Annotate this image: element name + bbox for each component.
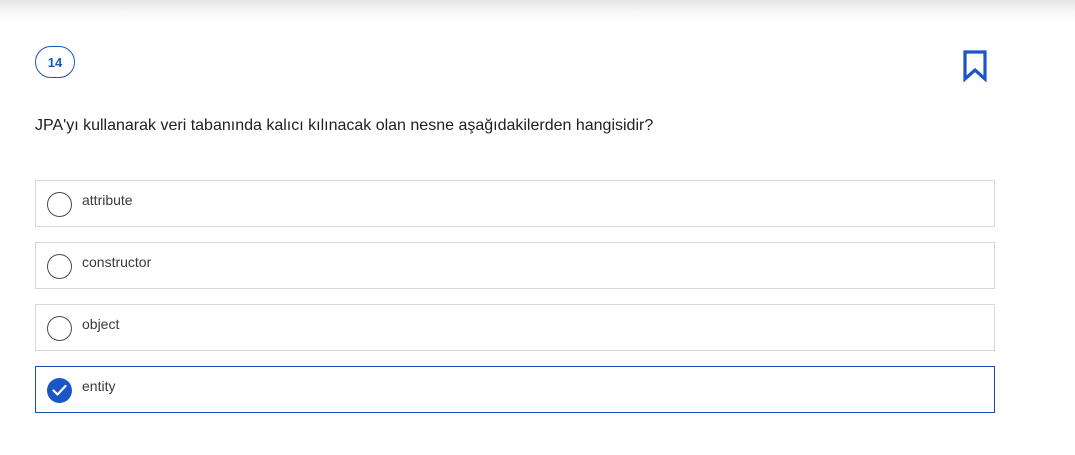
answer-option-attribute[interactable]: attribute <box>35 180 995 227</box>
question-number-badge: 14 <box>35 46 75 78</box>
answer-option-constructor[interactable]: constructor <box>35 242 995 289</box>
answer-option-label: attribute <box>82 192 133 208</box>
radio-button-checked[interactable] <box>47 378 72 403</box>
answer-option-label: constructor <box>82 254 152 270</box>
answer-options: attribute constructor object entity <box>35 180 995 428</box>
answer-option-label: entity <box>82 378 116 394</box>
answer-option-entity[interactable]: entity <box>35 366 995 413</box>
radio-button[interactable] <box>47 192 72 217</box>
question-text: JPA'yı kullanarak veri tabanında kalıcı … <box>35 117 654 134</box>
radio-button[interactable] <box>47 254 72 279</box>
header-shadow <box>0 0 1075 24</box>
check-icon <box>52 384 67 396</box>
answer-option-object[interactable]: object <box>35 304 995 351</box>
radio-button[interactable] <box>47 316 72 341</box>
bookmark-icon[interactable] <box>962 50 988 83</box>
answer-option-label: object <box>82 316 120 332</box>
